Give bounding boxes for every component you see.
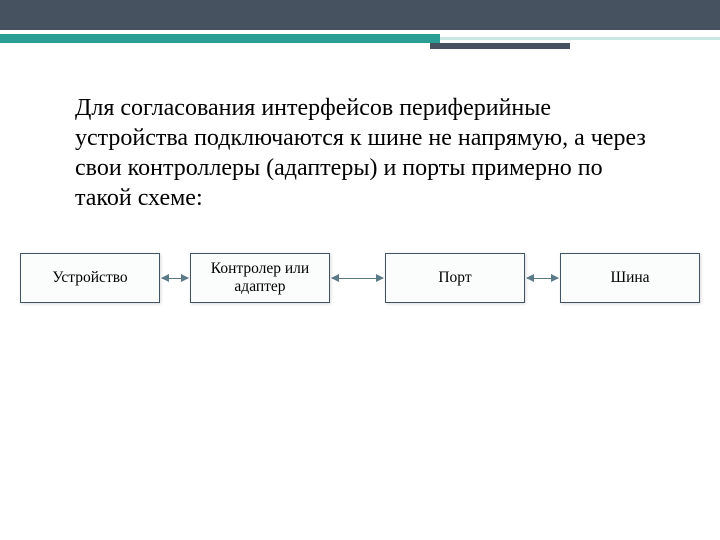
- accent-teal-thick: [0, 34, 440, 43]
- node-controller-label: Контролер или адаптер: [197, 260, 323, 296]
- node-device-label: Устройство: [52, 269, 127, 287]
- node-device: Устройство: [20, 253, 160, 303]
- accent-gray: [430, 43, 570, 49]
- node-port-label: Порт: [438, 269, 471, 287]
- node-bus: Шина: [560, 253, 700, 303]
- header-bar: [0, 0, 720, 30]
- accent-teal-thin: [440, 37, 720, 40]
- flow-diagram: Устройство Контролер или адаптер Порт Ши…: [0, 243, 720, 313]
- arrow-device-controller: [162, 278, 188, 279]
- arrow-controller-port: [332, 278, 383, 279]
- node-port: Порт: [385, 253, 525, 303]
- slide-paragraph: Для согласования интерфейсов периферийны…: [0, 48, 720, 213]
- slide: Для согласования интерфейсов периферийны…: [0, 0, 720, 540]
- accent-strip: [0, 30, 720, 48]
- node-controller: Контролер или адаптер: [190, 253, 330, 303]
- node-bus-label: Шина: [610, 269, 649, 287]
- arrow-port-bus: [527, 278, 558, 279]
